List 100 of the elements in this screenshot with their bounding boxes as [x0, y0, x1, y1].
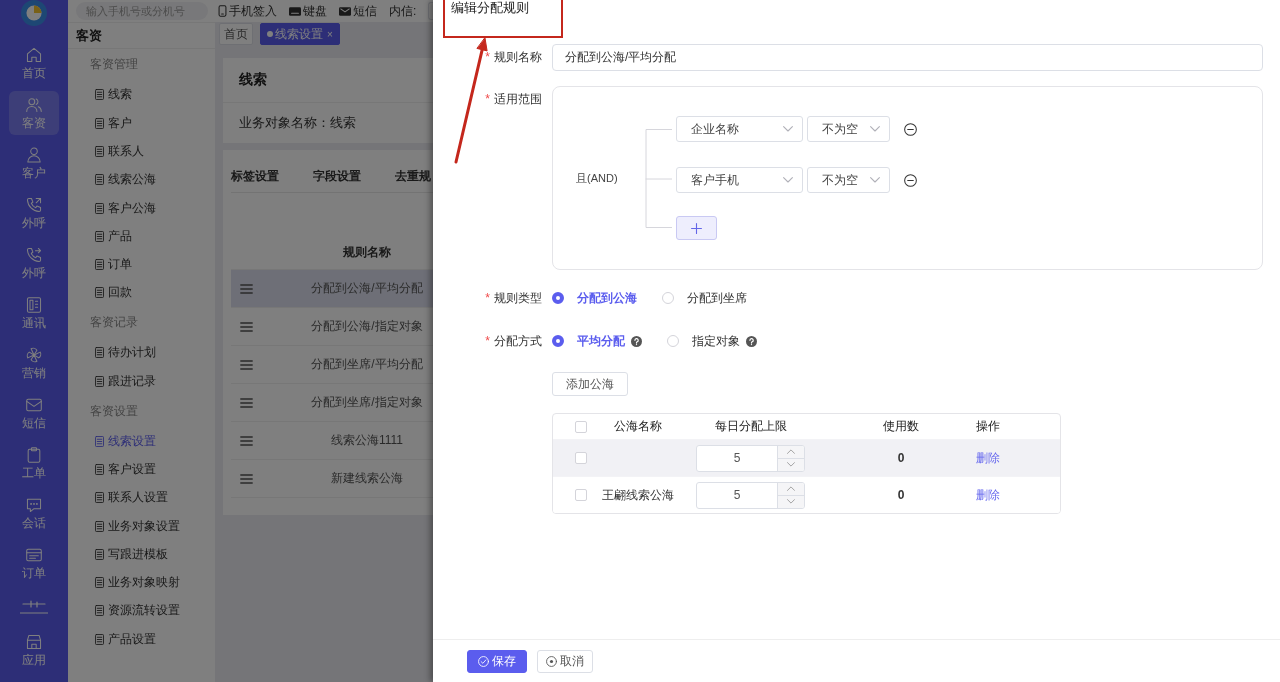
sliders-icon	[20, 600, 48, 614]
document-icon	[95, 202, 104, 214]
select-field[interactable]: 企业名称	[676, 116, 803, 142]
settings-tab[interactable]: 标签设置	[231, 167, 279, 185]
phone-forward-icon	[26, 246, 42, 263]
menu-item[interactable]: 客户公海	[95, 193, 156, 223]
select-field[interactable]: 不为空	[807, 167, 890, 193]
delete-link[interactable]: 删除	[976, 486, 1000, 504]
help-icon[interactable]	[631, 335, 642, 347]
menu-item[interactable]: 订单	[95, 250, 132, 279]
select-field[interactable]: 客户手机	[676, 167, 803, 193]
nav-item[interactable]: 外呼	[9, 191, 59, 235]
chat-icon	[26, 496, 42, 513]
add-pool-button[interactable]: 添加公海	[552, 372, 628, 396]
select-field[interactable]: 不为空	[807, 116, 890, 142]
menu-item[interactable]: 产品	[95, 222, 132, 251]
radio-option[interactable]: 平均分配	[552, 332, 625, 350]
menu-item[interactable]: 回款	[95, 278, 132, 308]
menu-item[interactable]: 客户	[95, 109, 132, 138]
page-tab[interactable]: 首页	[219, 23, 253, 45]
radio-button[interactable]	[552, 335, 564, 347]
close-button[interactable]: ×	[327, 28, 333, 40]
nav-item[interactable]: 应用	[9, 628, 59, 672]
settings-tab[interactable]: 字段设置	[313, 167, 361, 185]
menu-item[interactable]: 业务对象映射	[95, 568, 180, 597]
radio-button[interactable]	[552, 292, 564, 304]
clipboard-icon	[26, 446, 42, 463]
menu-item[interactable]: 业务对象设置	[95, 511, 180, 541]
text-input[interactable]: 分配到公海/平均分配	[552, 44, 1263, 71]
card-title: 线索	[239, 71, 267, 89]
document-icon	[95, 633, 104, 645]
document-icon	[95, 463, 104, 475]
envelope-icon	[26, 396, 42, 413]
keypad-icon	[26, 296, 42, 313]
checkbox[interactable]	[575, 452, 587, 464]
document-icon	[95, 230, 104, 242]
nav-item[interactable]: 客户	[9, 141, 59, 185]
add-condition-button[interactable]	[676, 216, 717, 240]
menu-item[interactable]: 待办计划	[95, 338, 156, 368]
increment-button[interactable]	[778, 482, 804, 495]
logic-label: 且(AND)	[576, 170, 619, 186]
delete-link[interactable]: 删除	[976, 449, 1000, 467]
phone-icon	[218, 5, 227, 17]
cancel-button[interactable]: 取消	[537, 649, 593, 673]
check-circle-icon	[478, 655, 489, 667]
plus-icon	[691, 222, 702, 234]
toolbar-button[interactable]: 短信	[339, 2, 377, 20]
menu-item[interactable]: 客户设置	[95, 455, 156, 484]
nav-item[interactable]: 工单	[9, 441, 59, 485]
menu-item[interactable]: 线索	[95, 80, 132, 109]
drag-handle-icon[interactable]	[240, 283, 253, 294]
column-header: 操作	[976, 418, 1000, 435]
settings-tab[interactable]: 去重规	[395, 167, 431, 185]
page-tab[interactable]: 线索设置 ×	[260, 23, 340, 45]
nav-item[interactable]: 营销	[9, 341, 59, 385]
document-icon	[95, 287, 104, 299]
menu-item[interactable]: 跟进记录	[95, 367, 156, 396]
toolbar-button[interactable]: 手机签入	[218, 2, 277, 20]
column-header: 公海名称	[614, 418, 662, 435]
table-cell: 分配到坐席/平均分配	[311, 357, 423, 371]
nav-item[interactable]: 通讯	[9, 291, 59, 335]
menu-item[interactable]: 写跟进模板	[95, 540, 168, 569]
toolbar-button[interactable]: 键盘	[289, 2, 327, 20]
increment-button[interactable]	[778, 445, 804, 458]
checkbox[interactable]	[575, 420, 587, 433]
number-input[interactable]: 5	[696, 444, 805, 472]
table-row[interactable]: 分配到公海/平均分配	[231, 270, 433, 308]
menu-item[interactable]: 联系人	[95, 137, 144, 166]
radio-option[interactable]: 指定对象	[667, 332, 740, 350]
text-input[interactable]	[428, 2, 433, 20]
minus-circle-icon[interactable]	[904, 173, 917, 187]
phone-out-icon	[26, 196, 42, 213]
menu-item[interactable]: 线索设置	[95, 427, 156, 456]
drag-handle-icon[interactable]	[240, 473, 253, 484]
checkbox[interactable]	[575, 489, 587, 501]
number-input[interactable]: 5	[696, 481, 805, 509]
document-icon	[95, 347, 104, 359]
nav-item[interactable]: 外呼	[9, 241, 59, 285]
menu-item[interactable]: 资源流转设置	[95, 596, 180, 626]
nav-item[interactable]: 短信	[9, 391, 59, 435]
minus-circle-icon[interactable]	[904, 122, 917, 136]
table-cell: 0	[897, 488, 905, 502]
nav-item[interactable]: 首页	[9, 41, 59, 85]
chevron-down-icon	[870, 177, 880, 183]
menu-item[interactable]: 线索公海	[95, 165, 156, 194]
menu-group-title: 客资记录	[90, 314, 138, 332]
radio-option[interactable]: 分配到坐席	[662, 289, 747, 307]
save-button[interactable]: 保存	[467, 649, 527, 673]
menu-item[interactable]: 产品设置	[95, 625, 156, 654]
radio-option[interactable]: 分配到公海	[552, 289, 637, 307]
nav-item[interactable]: 会话	[9, 491, 59, 535]
drag-handle-icon[interactable]	[240, 359, 253, 370]
menu-item[interactable]: 联系人设置	[95, 483, 168, 512]
drag-handle-icon[interactable]	[240, 321, 253, 332]
drag-handle-icon[interactable]	[240, 397, 253, 408]
drag-handle-icon[interactable]	[240, 435, 253, 446]
nav-item[interactable]: 订单	[9, 541, 59, 585]
pinwheel-icon	[26, 346, 42, 363]
help-icon[interactable]	[746, 335, 757, 347]
card-list-icon	[26, 546, 42, 563]
